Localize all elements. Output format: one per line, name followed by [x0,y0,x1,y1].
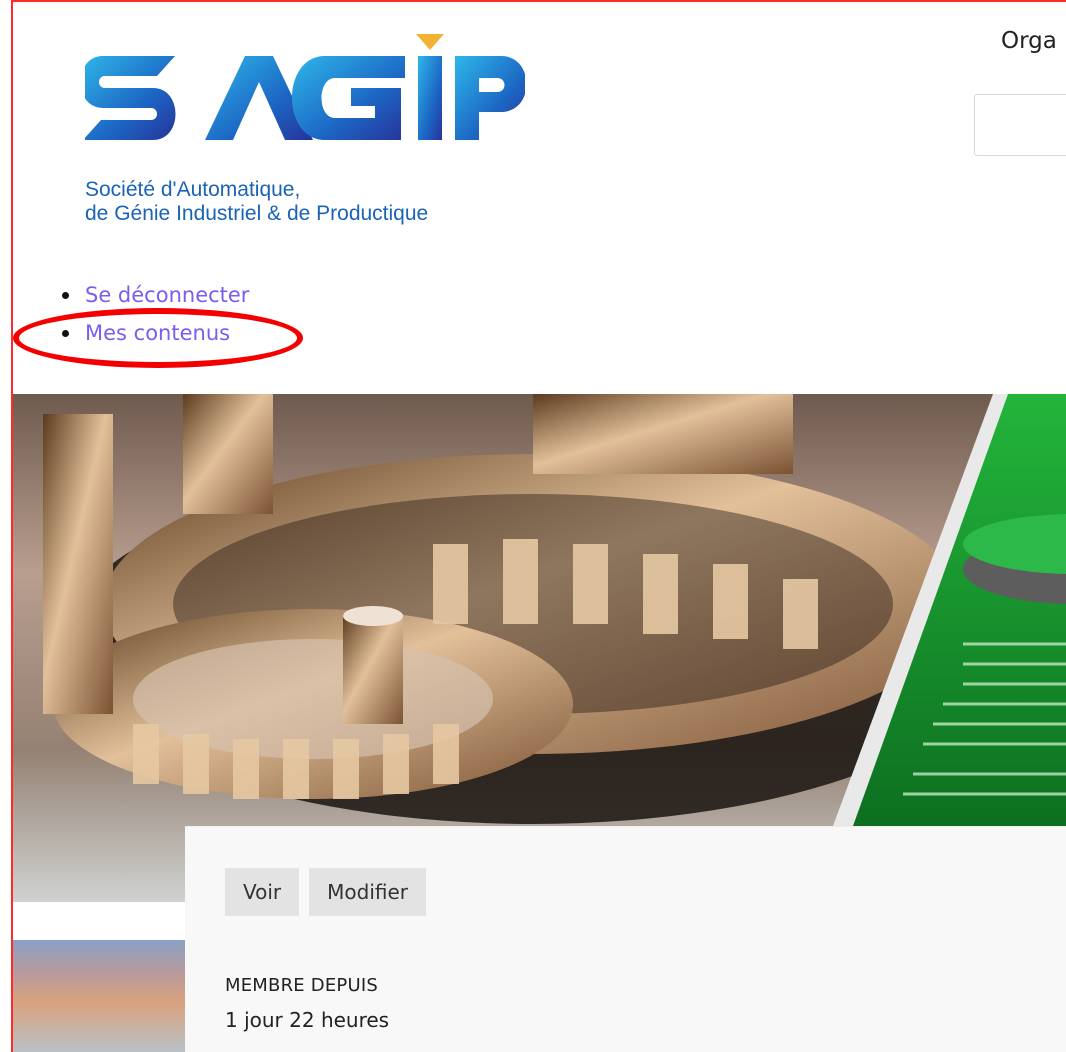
profile-card: Voir Modifier MEMBRE DEPUIS 1 jour 22 he… [185,827,1066,1052]
sagip-logo[interactable]: Société d'Automatique, de Génie Industri… [85,26,525,236]
member-since-label: MEMBRE DEPUIS [225,975,378,996]
user-menu: Se déconnecter Mes contenus [55,276,249,352]
user-menu-item: Mes contenus [55,314,249,352]
profile-tabs: Voir Modifier [225,868,427,916]
tab-edit[interactable]: Modifier [309,868,427,916]
hero-banner-image [13,394,1066,902]
tagline-line-2: de Génie Industriel & de Productique [85,202,429,225]
my-content-link[interactable]: Mes contenus [85,321,230,345]
hero-banner [13,394,1066,902]
logout-link[interactable]: Se déconnecter [85,283,249,307]
member-since-value: 1 jour 22 heures [225,1008,390,1032]
page-frame: Société d'Automatique, de Génie Industri… [11,0,1066,1052]
avatar [13,940,185,1052]
tab-view[interactable]: Voir [225,868,300,916]
org-link[interactable]: Orga [1001,28,1057,54]
search-input[interactable] [974,94,1066,156]
logo-tagline: Société d'Automatique, de Génie Industri… [85,178,428,226]
tagline-line-1: Société d'Automatique, [85,178,301,201]
user-menu-item: Se déconnecter [55,276,249,314]
sagip-logo-graphic [85,34,525,140]
